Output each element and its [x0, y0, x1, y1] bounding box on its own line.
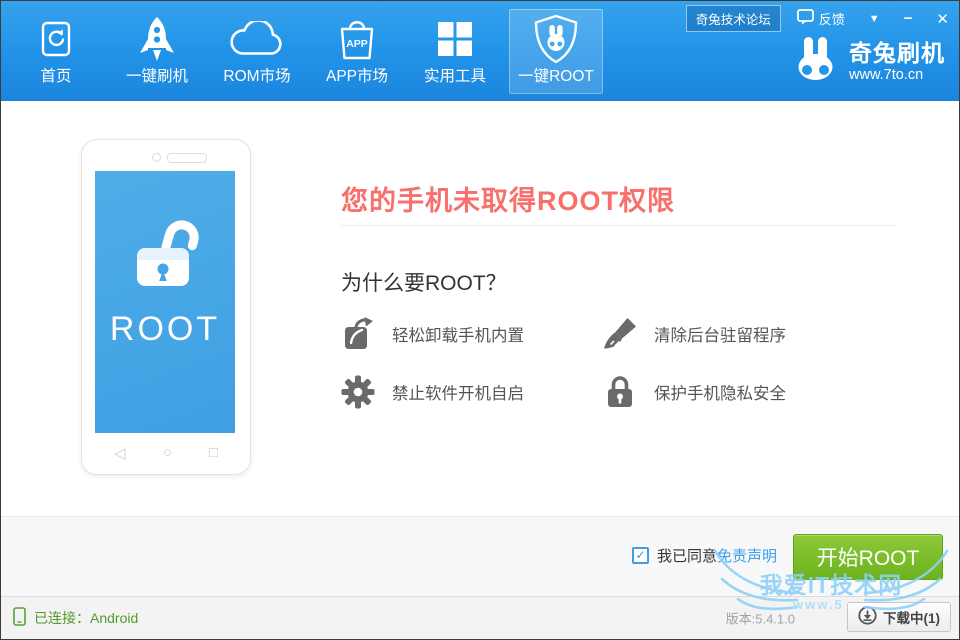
unlocked-padlock-icon [123, 215, 207, 304]
nav-item-home[interactable]: 首页 [17, 9, 95, 94]
app-logo: 奇兔刷机 www.7to.cn [794, 37, 945, 86]
rocket-icon [138, 10, 176, 69]
phone-nav-buttons: ◁ ○ □ [82, 444, 250, 462]
feature-label: 清除后台驻留程序 [654, 322, 786, 346]
phone-illustration: ROOT ◁ ○ □ [81, 139, 251, 475]
phone-speaker-slot [167, 153, 207, 163]
close-button[interactable]: ✕ [936, 10, 949, 28]
uninstall-icon [341, 317, 375, 351]
header-bar: 首页 一键刷机 ROM市场 APP APP市场 [1, 1, 959, 101]
feature-label: 禁止软件开机自启 [392, 380, 524, 404]
android-home-icon: ○ [163, 444, 172, 462]
phone-camera-dot [152, 153, 161, 162]
nav-item-tools[interactable]: 实用工具 [407, 9, 503, 94]
version-label: 版本:5.4.1.0 [726, 609, 795, 628]
grid-icon [438, 10, 472, 69]
nav-label: APP市场 [326, 69, 388, 85]
cloud-icon [228, 10, 286, 69]
nav-label: 一键刷机 [126, 69, 188, 85]
title-divider [341, 225, 897, 226]
minimize-button[interactable]: − [904, 10, 913, 27]
download-label: 下载中(1) [883, 607, 940, 627]
feature-item: 清除后台驻留程序 [603, 315, 903, 353]
nav-item-one-key-root[interactable]: 一键ROOT [509, 9, 603, 94]
feature-label: 保护手机隐私安全 [654, 380, 786, 404]
feedback-button[interactable]: 反馈 [797, 9, 845, 28]
feature-item: 保护手机隐私安全 [603, 373, 903, 411]
home-refresh-icon [41, 10, 71, 69]
action-bar: ✓ 我已同意 免责声明 开始ROOT [1, 516, 959, 596]
why-root-heading: 为什么要ROOT？ [341, 267, 507, 297]
feature-list: 轻松卸载手机内置 清除后台驻留程序 [341, 315, 903, 411]
nav-label: ROM市场 [223, 69, 290, 85]
connected-phone-icon [13, 607, 26, 629]
feature-label: 轻松卸载手机内置 [392, 322, 524, 346]
feature-item: 轻松卸载手机内置 [341, 315, 603, 353]
nav-item-flash[interactable]: 一键刷机 [107, 9, 207, 94]
app-window: 首页 一键刷机 ROM市场 APP APP市场 [0, 0, 960, 640]
forum-button[interactable]: 奇兔技术论坛 [686, 5, 781, 32]
disclaimer-link[interactable]: 免责声明 [717, 545, 777, 566]
dropdown-arrow-icon[interactable]: ▼ [869, 13, 880, 25]
agreement-row: ✓ 我已同意 免责声明 [632, 545, 777, 566]
svg-text:APP: APP [346, 38, 368, 50]
nav-item-app-market[interactable]: APP APP市场 [307, 9, 407, 94]
titlebar-controls: 奇兔技术论坛 反馈 ▼ − ✕ [686, 5, 949, 32]
shield-rabbit-icon [533, 10, 579, 69]
connection-text: 已连接：Android [34, 608, 138, 628]
rabbit-logo-icon [794, 37, 840, 86]
page-title: 您的手机未取得ROOT权限 [341, 179, 675, 218]
agree-label: 我已同意 [657, 545, 717, 566]
brush-icon [603, 318, 637, 350]
download-manager-button[interactable]: 下载中(1) [847, 602, 951, 632]
feedback-label: 反馈 [819, 9, 845, 28]
screen-root-label: ROOT [110, 310, 220, 349]
app-bag-icon: APP [337, 10, 377, 69]
android-recent-icon: □ [209, 444, 218, 462]
android-back-icon: ◁ [114, 444, 126, 462]
logo-title: 奇兔刷机 [849, 40, 945, 66]
start-root-button[interactable]: 开始ROOT [793, 534, 943, 580]
feature-item: 禁止软件开机自启 [341, 373, 603, 411]
main-nav: 首页 一键刷机 ROM市场 APP APP市场 [17, 1, 603, 94]
status-bar: 已连接：Android 版本:5.4.1.0 下载中(1) [1, 596, 959, 639]
speech-bubble-icon [797, 9, 814, 28]
logo-url: www.7to.cn [849, 67, 945, 83]
nav-item-rom-market[interactable]: ROM市场 [207, 9, 307, 94]
connection-status: 已连接：Android [13, 607, 138, 629]
lock-icon [603, 375, 637, 409]
phone-screen: ROOT [95, 171, 235, 433]
nav-label: 一键ROOT [518, 69, 594, 85]
download-icon [858, 606, 877, 628]
nav-label: 实用工具 [424, 69, 486, 85]
agree-checkbox[interactable]: ✓ [632, 547, 649, 564]
nav-label: 首页 [40, 69, 71, 85]
gear-icon [341, 375, 375, 409]
